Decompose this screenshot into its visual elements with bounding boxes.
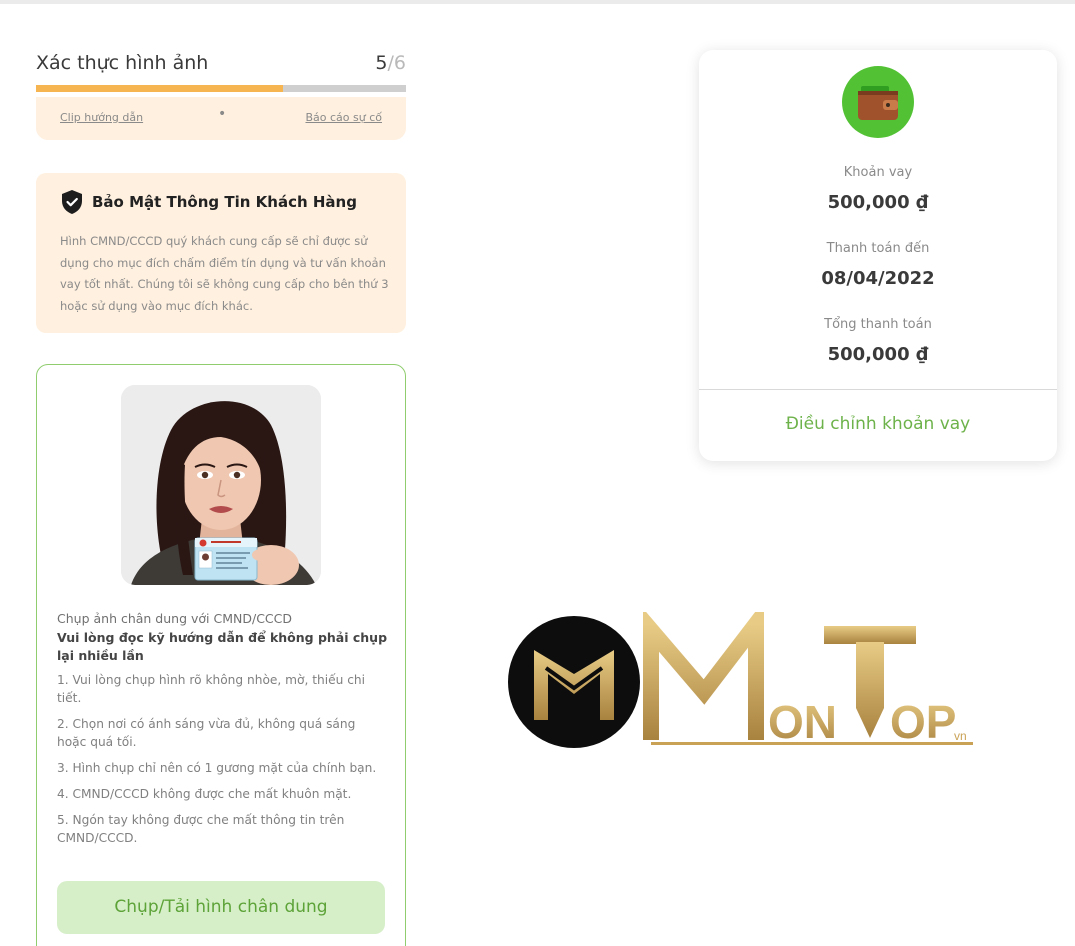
rule-item: 2. Chọn nơi có ánh sáng vừa đủ, không qu… xyxy=(57,717,356,749)
step-total: 6 xyxy=(393,52,406,74)
rule-item: 1. Vui lòng chụp hình rõ không nhòe, mờ,… xyxy=(57,673,366,705)
logo-brand-op: OP xyxy=(890,696,956,748)
due-date-value: 08/04/2022 xyxy=(821,268,935,289)
separator-dot: • xyxy=(218,106,227,122)
total-payment-label: Tổng thanh toán xyxy=(824,317,932,332)
portrait-capture-card: Chụp ảnh chân dung với CMND/CCCD Vui lòn… xyxy=(36,364,406,946)
step-title: Xác thực hình ảnh xyxy=(36,52,209,74)
step-counter: 5/6 xyxy=(375,52,406,74)
adjust-loan-link[interactable]: Điều chỉnh khoản vay xyxy=(699,414,1057,434)
montop-watermark-logo: ON OP vn xyxy=(506,600,976,762)
rule-item: 5. Ngón tay không được che mất thông tin… xyxy=(57,813,345,845)
capture-instruction: Vui lòng đọc kỹ hướng dẫn để không phải … xyxy=(57,630,388,663)
card-divider xyxy=(699,389,1057,390)
loan-amount-value: 500,000 ₫ xyxy=(827,192,929,213)
logo-suffix: vn xyxy=(954,729,967,743)
upload-portrait-button[interactable]: Chụp/Tải hình chân dung xyxy=(57,881,385,934)
total-payment-value: 500,000 ₫ xyxy=(827,344,929,365)
security-notice: Bảo Mật Thông Tin Khách Hàng Hình CMND/C… xyxy=(36,173,406,333)
rule-item: 4. CMND/CCCD không được che mất khuôn mặ… xyxy=(57,787,352,801)
help-links-bar: Clip hướng dẫn • Báo cáo sự cố xyxy=(36,97,406,140)
report-issue-link[interactable]: Báo cáo sự cố xyxy=(305,111,382,124)
step-current: 5 xyxy=(375,52,388,74)
loan-amount-label: Khoản vay xyxy=(843,165,913,180)
loan-summary-card: Khoản vay 500,000 ₫ Thanh toán đến 08/04… xyxy=(699,50,1057,461)
security-title: Bảo Mật Thông Tin Khách Hàng xyxy=(92,193,357,211)
progress-bar xyxy=(36,85,406,92)
due-date-label: Thanh toán đến xyxy=(826,241,930,256)
capture-rules-list: 1. Vui lòng chụp hình rõ không nhòe, mờ,… xyxy=(57,671,381,855)
security-text: Hình CMND/CCCD quý khách cung cấp sẽ chỉ… xyxy=(60,234,389,313)
clip-guide-link[interactable]: Clip hướng dẫn xyxy=(60,111,143,124)
capture-title: Chụp ảnh chân dung với CMND/CCCD xyxy=(57,611,292,626)
wallet-icon xyxy=(842,66,914,138)
progress-fill xyxy=(36,85,283,92)
step-header: Xác thực hình ảnh 5/6 xyxy=(36,52,406,76)
portrait-example-image xyxy=(121,385,321,585)
logo-brand-on: ON xyxy=(768,696,837,748)
top-divider xyxy=(0,0,1075,4)
rule-item: 3. Hình chụp chỉ nên có 1 gương mặt của … xyxy=(57,761,377,775)
shield-check-icon xyxy=(62,190,82,214)
